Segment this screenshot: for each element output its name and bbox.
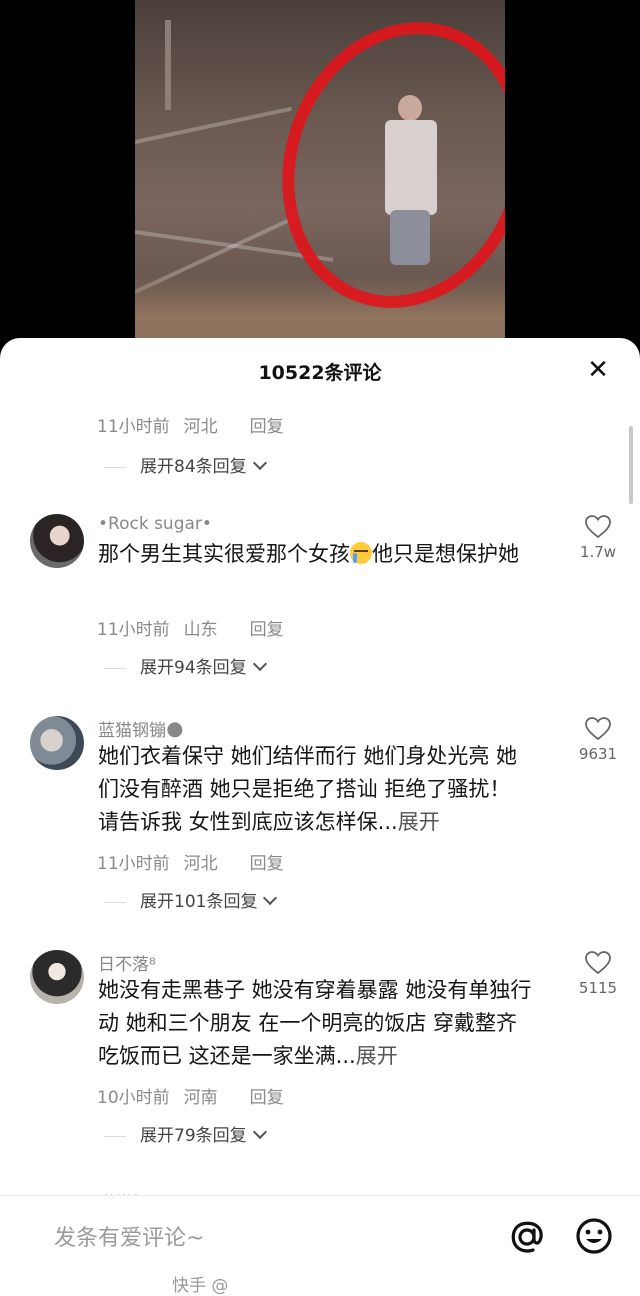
comment-text: 她们衣着保守 她们结伴而行 她们身处光亮 她们没有醉酒 她只是拒绝了搭讪 拒绝了…: [98, 740, 538, 839]
watermark-text: 快手 @: [172, 1276, 229, 1296]
comment-meta: 11小时前 河北 回复: [97, 849, 298, 874]
chevron-down-icon: [263, 890, 278, 906]
comment-username[interactable]: 蓝猫钢镚🌑: [98, 716, 184, 741]
video-frame: [135, 0, 505, 345]
chevron-down-icon: [252, 1124, 267, 1140]
like-count: 1.7w: [579, 543, 617, 561]
expand-replies-label: 展开101条回复: [140, 892, 258, 912]
comment-location: 河北: [183, 854, 218, 874]
comment-text-part: 那个男生其实很爱那个女孩: [98, 542, 350, 566]
comment-text-part: 他只是想保护她: [372, 542, 519, 566]
comment-meta: 10小时前 河南 回复: [97, 1083, 298, 1108]
road-marking: [135, 106, 292, 144]
comment-username[interactable]: 日不落⁸: [98, 950, 156, 975]
chevron-down-icon: [252, 656, 267, 672]
expand-replies-label: 展开94条回复: [140, 658, 247, 678]
like-button[interactable]: 5115: [570, 951, 626, 997]
like-button[interactable]: 1.7w: [570, 515, 626, 561]
expand-replies-button[interactable]: 展开79条回复: [104, 1121, 267, 1146]
expand-text-link[interactable]: 展开: [356, 1044, 398, 1068]
comment-text: 那个男生其实很爱那个女孩 他只是想保护她: [98, 538, 538, 571]
divider-line: [104, 901, 126, 903]
reply-button[interactable]: 回复: [250, 620, 284, 640]
at-icon[interactable]: [508, 1218, 546, 1256]
divider-line: [104, 1135, 126, 1137]
heart-icon: [585, 717, 611, 741]
close-icon[interactable]: ✕: [584, 356, 612, 384]
video-player[interactable]: [0, 0, 640, 345]
comment-text: 她没有走黑巷子 她没有穿着暴露 她没有单独行动 她和三个朋友 在一个明亮的饭店 …: [98, 974, 538, 1073]
comment-sheet: 10522条评论 ✕ 11小时前 河北 回复 展开84条回复 •Rock sugar…: [0, 338, 640, 1296]
expand-replies-label: 展开79条回复: [140, 1126, 247, 1146]
comment-location: 河北: [183, 417, 218, 437]
like-button[interactable]: 9631: [570, 717, 626, 763]
divider-line: [104, 667, 126, 669]
smiley-face-glyph: [576, 1218, 612, 1254]
avatar[interactable]: [30, 950, 84, 1004]
expand-replies-button[interactable]: 展开94条回复: [104, 653, 267, 678]
expand-replies-label: 展开84条回复: [140, 457, 247, 477]
background-pole: [165, 20, 171, 110]
emoji-icon[interactable]: [574, 1216, 614, 1256]
comment-time: 11小时前: [97, 417, 170, 437]
like-count: 9631: [578, 745, 618, 763]
avatar[interactable]: [30, 514, 84, 568]
at-icon-glyph: [511, 1221, 543, 1253]
crying-emoji-icon: [350, 542, 372, 564]
comment-meta: 11小时前 河北 回复: [97, 412, 298, 437]
chevron-down-icon: [252, 455, 267, 471]
comment-location: 山东: [183, 620, 218, 640]
heart-icon: [585, 951, 611, 975]
expand-replies-button[interactable]: 展开84条回复: [104, 452, 267, 477]
comment-location: 河南: [183, 1088, 218, 1108]
comment-count-title: 10522条评论: [258, 362, 382, 384]
like-count: 5115: [578, 979, 618, 997]
expand-replies-button[interactable]: 展开101条回复: [104, 887, 278, 912]
reply-button[interactable]: 回复: [250, 1088, 284, 1108]
comment-input-bar: 发条有爱评论~ 快手 @: [0, 1195, 640, 1296]
comment-text-body: 她没有走黑巷子 她没有穿着暴露 她没有单独行动 她和三个朋友 在一个明亮的饭店 …: [98, 978, 532, 1068]
comment-time: 11小时前: [97, 620, 170, 640]
heart-icon: [585, 515, 611, 539]
scrollbar[interactable]: [629, 426, 633, 504]
reply-button[interactable]: 回复: [250, 417, 284, 437]
comment-username[interactable]: •Rock sugar•: [98, 514, 212, 534]
comment-input[interactable]: 发条有爱评论~: [54, 1220, 204, 1252]
comment-meta: 11小时前 山东 回复: [97, 615, 298, 640]
expand-text-link[interactable]: 展开: [398, 810, 440, 834]
avatar[interactable]: [30, 716, 84, 770]
comment-text-body: 她们衣着保守 她们结伴而行 她们身处光亮 她们没有醉酒 她只是拒绝了搭讪 拒绝了…: [98, 744, 518, 834]
comment-time: 10小时前: [97, 1088, 170, 1108]
divider-line: [104, 466, 126, 468]
reply-button[interactable]: 回复: [250, 854, 284, 874]
comment-time: 11小时前: [97, 854, 170, 874]
